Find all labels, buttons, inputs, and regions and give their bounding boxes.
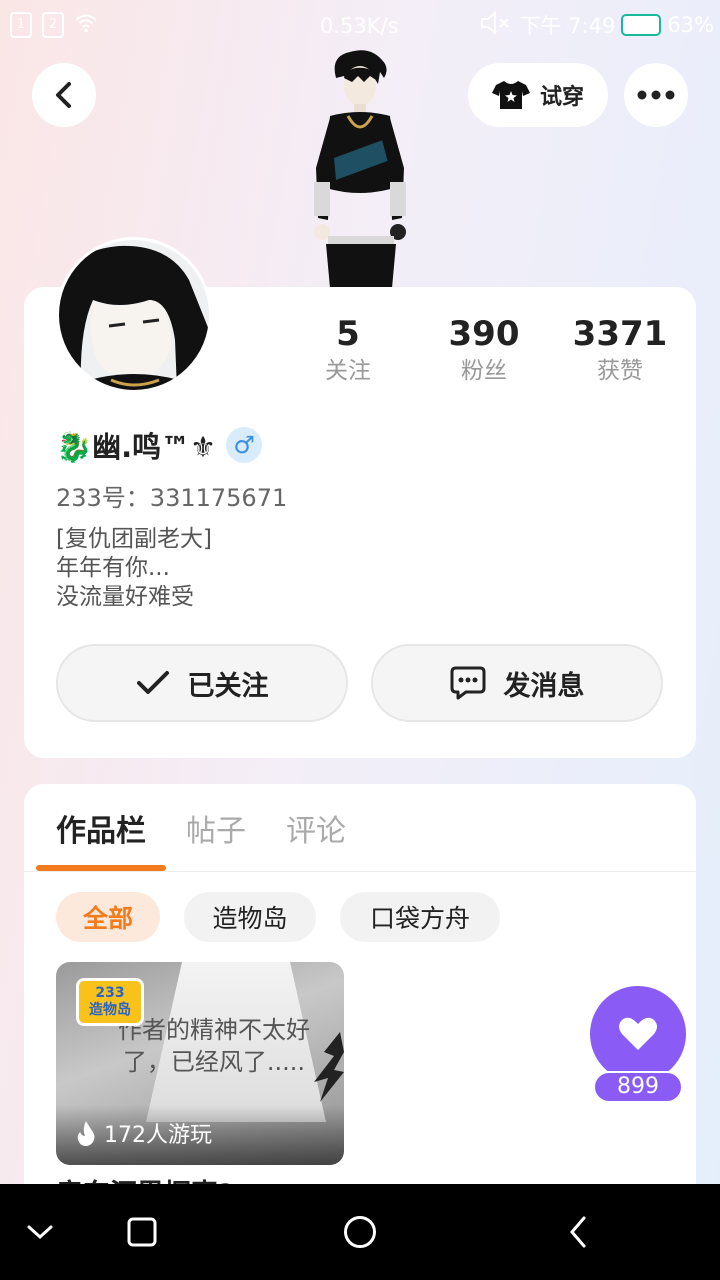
like-count: 899 bbox=[593, 1071, 683, 1103]
logo-text-top: 233 bbox=[95, 985, 125, 1001]
following-label: 关注 bbox=[325, 358, 371, 384]
nav-collapse-button[interactable] bbox=[0, 1184, 80, 1280]
more-dots-icon bbox=[637, 90, 675, 100]
checkmark-icon bbox=[136, 671, 169, 694]
navigation-bar bbox=[0, 1184, 720, 1280]
clock: 下午 7:49 bbox=[519, 14, 616, 38]
sim1-icon: 1 bbox=[10, 12, 32, 38]
chevron-left-icon bbox=[570, 1216, 586, 1248]
more-button[interactable] bbox=[624, 63, 688, 127]
try-on-button[interactable]: 试穿 bbox=[468, 63, 608, 127]
tab-posts[interactable]: 帖子 bbox=[186, 806, 246, 850]
game-card[interactable]: 作者的精神不太好了，已经风了..... 233 造物岛 172人游玩 bbox=[56, 962, 344, 1165]
bio: [复仇团副老大] 年年有你... 没流量好难受 bbox=[56, 525, 212, 612]
username: 🐉幽.鸣™⚜ bbox=[56, 430, 217, 464]
stat-likes[interactable]: 3371 获赞 bbox=[560, 314, 680, 388]
send-message-label: 发消息 bbox=[503, 670, 585, 702]
male-gender-icon: ♂ bbox=[226, 427, 263, 463]
flame-icon bbox=[77, 1121, 95, 1146]
tab-works[interactable]: 作品栏 bbox=[56, 806, 146, 850]
wifi-icon bbox=[74, 12, 98, 40]
heart-icon bbox=[619, 1017, 657, 1050]
name-row: 🐉幽.鸣™⚜ ♂ bbox=[56, 424, 263, 466]
chevron-down-icon bbox=[27, 1225, 53, 1240]
mute-icon bbox=[479, 10, 513, 40]
network-speed: 0.53K/s bbox=[320, 14, 399, 38]
stat-fans[interactable]: 390 粉丝 bbox=[424, 314, 544, 388]
following-count: 5 bbox=[336, 314, 360, 354]
nav-home-button[interactable] bbox=[320, 1184, 400, 1280]
divider bbox=[24, 871, 696, 872]
square-icon bbox=[127, 1217, 157, 1247]
status-right: 下午 7:49 63% bbox=[479, 10, 714, 40]
sim2-icon: 2 bbox=[42, 12, 64, 38]
try-on-label: 试穿 bbox=[539, 85, 584, 110]
avatar[interactable] bbox=[56, 237, 212, 393]
followed-label: 已关注 bbox=[187, 670, 269, 702]
chevron-left-icon bbox=[56, 82, 71, 108]
bio-line: 年年有你... bbox=[56, 555, 170, 581]
user-id: 233号：331175671 bbox=[56, 484, 288, 512]
filter-pocket-ark[interactable]: 口袋方舟 bbox=[340, 892, 500, 942]
creation-island-logo: 233 造物岛 bbox=[76, 978, 144, 1026]
followed-button[interactable]: 已关注 bbox=[56, 644, 348, 722]
bio-line: 没流量好难受 bbox=[56, 584, 194, 610]
nav-recents-button[interactable] bbox=[102, 1184, 182, 1280]
tshirt-icon bbox=[491, 81, 530, 109]
tab-comments[interactable]: 评论 bbox=[286, 806, 346, 850]
filter-all[interactable]: 全部 bbox=[56, 892, 160, 942]
nav-back-button[interactable] bbox=[538, 1184, 618, 1280]
status-left: 1 2 bbox=[10, 12, 98, 40]
send-message-button[interactable]: 发消息 bbox=[371, 644, 663, 722]
chat-bubble-icon bbox=[450, 666, 485, 700]
logo-text-bottom: 造物岛 bbox=[89, 1002, 131, 1018]
fans-count: 390 bbox=[448, 314, 520, 354]
stat-following[interactable]: 5 关注 bbox=[288, 314, 408, 388]
play-count: 172人游玩 bbox=[76, 1117, 212, 1149]
back-button[interactable] bbox=[32, 63, 96, 127]
filter-creation-island[interactable]: 造物岛 bbox=[184, 892, 316, 942]
character-figure bbox=[300, 48, 420, 288]
game-title[interactable]: 房东沉思探索? bbox=[56, 1172, 356, 1184]
like-button[interactable] bbox=[590, 986, 686, 1082]
game-overlay-text: 作者的精神不太好了，已经风了..... bbox=[118, 1016, 310, 1076]
battery-percent: 63% bbox=[667, 13, 714, 37]
dragon-figure bbox=[314, 1032, 344, 1102]
battery-icon bbox=[621, 14, 662, 36]
circle-icon bbox=[344, 1216, 376, 1248]
likes-count: 3371 bbox=[572, 314, 668, 354]
bio-line: [复仇团副老大] bbox=[56, 526, 212, 552]
play-count-label: 172人游玩 bbox=[104, 1123, 212, 1148]
likes-label: 获赞 bbox=[597, 358, 643, 384]
status-bar: 1 2 0.53K/s 下午 7:49 63% bbox=[0, 0, 720, 52]
fans-label: 粉丝 bbox=[461, 358, 507, 384]
